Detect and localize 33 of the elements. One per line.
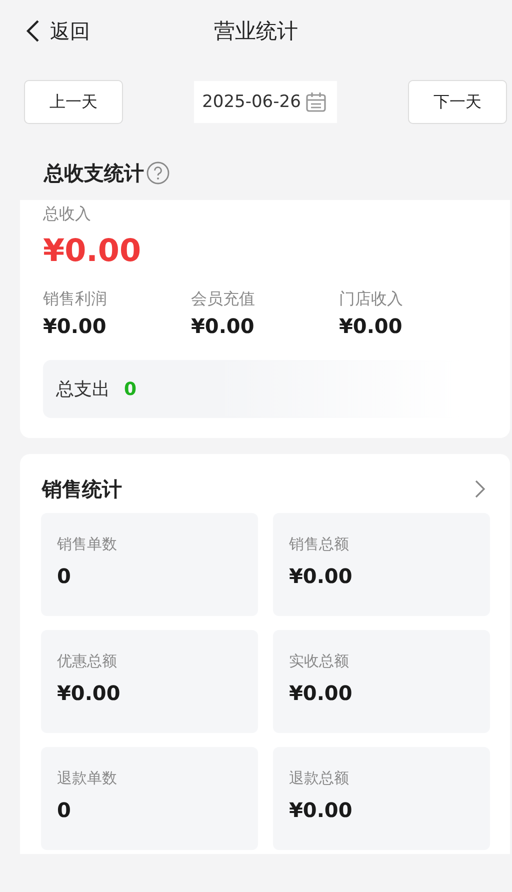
income-value: ¥0.00 xyxy=(43,233,142,269)
stat-label: 实收总额 xyxy=(289,652,350,671)
calendar-icon xyxy=(304,91,327,113)
back-button[interactable]: 返回 xyxy=(0,18,90,44)
stat-label: 门店收入 xyxy=(339,289,404,310)
next-day-button[interactable]: 下一天 xyxy=(408,80,507,124)
stat-value: ¥0.00 xyxy=(43,314,108,338)
stat-value: ¥0.00 xyxy=(57,681,122,705)
date-field[interactable]: 2025-06-26 xyxy=(194,81,337,123)
stat-value: ¥0.00 xyxy=(289,798,354,822)
stat-value: 0 xyxy=(57,798,72,822)
stat-label: 退款单数 xyxy=(57,769,118,788)
stat-label: 销售单数 xyxy=(57,535,118,554)
page-title: 营业统计 xyxy=(214,18,298,45)
stat-label: 退款总额 xyxy=(289,769,350,788)
income-label: 总收入 xyxy=(43,204,92,225)
stat-value: ¥0.00 xyxy=(191,314,256,338)
stat-value: ¥0.00 xyxy=(339,314,404,338)
section-title: 销售统计 xyxy=(42,476,122,502)
back-icon xyxy=(26,19,40,43)
stat-label: 优惠总额 xyxy=(57,652,118,671)
help-icon[interactable] xyxy=(146,161,170,185)
previous-day-button[interactable]: 上一天 xyxy=(24,80,123,124)
chevron-right-icon[interactable] xyxy=(474,479,486,499)
expense-value: 0 xyxy=(124,378,137,400)
stat-label: 销售总额 xyxy=(289,535,350,554)
stat-label: 会员充值 xyxy=(191,289,256,310)
stat-value: 0 xyxy=(57,564,72,588)
stat-label: 销售利润 xyxy=(43,289,108,310)
stat-value: ¥0.00 xyxy=(289,681,354,705)
expense-label: 总支出 xyxy=(56,378,110,401)
stat-value: ¥0.00 xyxy=(289,564,354,588)
section-title: 总收支统计 xyxy=(44,160,144,186)
